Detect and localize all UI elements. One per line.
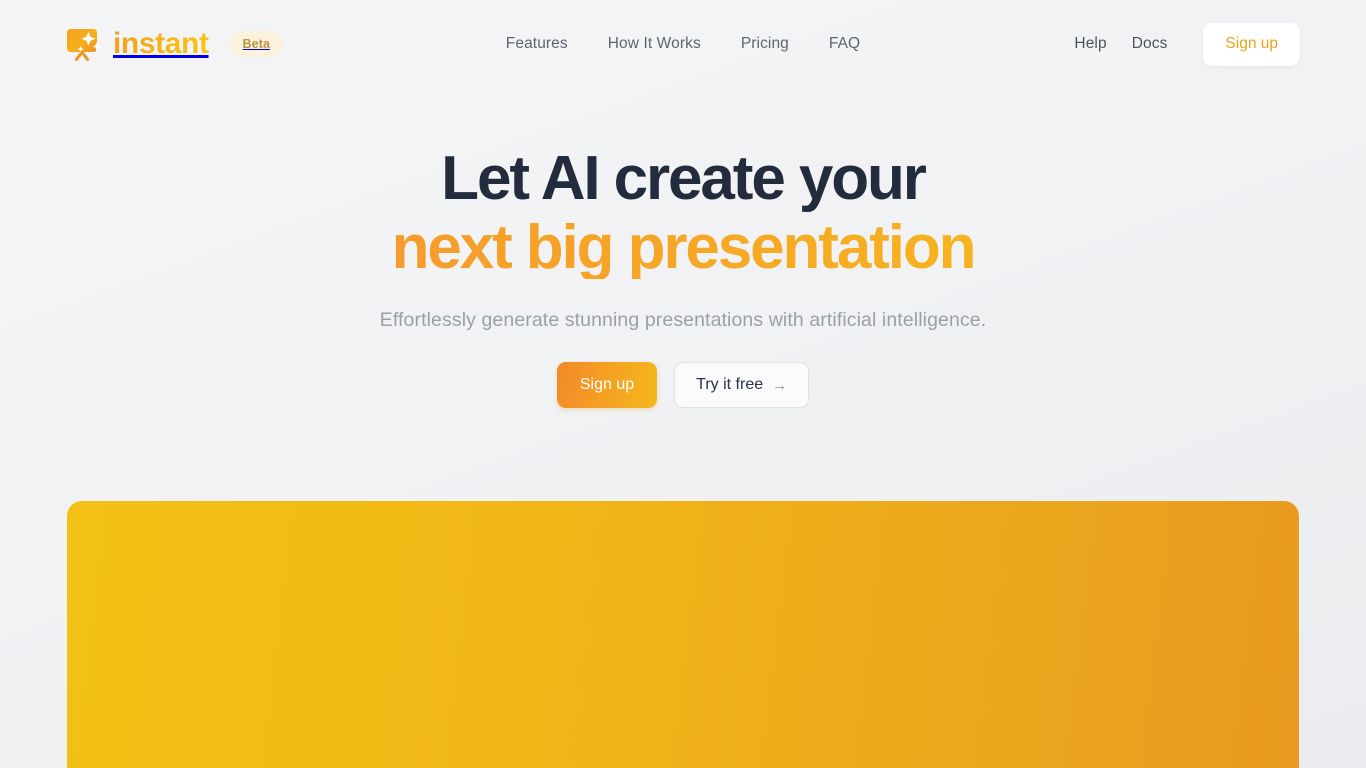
nav-item-help[interactable]: Help [1074, 35, 1106, 53]
hero-subtitle: Effortlessly generate stunning presentat… [379, 309, 987, 331]
landing-page: instant Beta Features How It Works Prici… [0, 0, 1366, 768]
header-actions: Help Docs Sign up [1074, 22, 1300, 66]
hero-title-line-2: next big presentation [0, 217, 1366, 279]
brand-name: instant [113, 27, 209, 60]
nav-item-faq[interactable]: FAQ [829, 35, 860, 53]
site-header: instant Beta Features How It Works Prici… [0, 0, 1366, 88]
hero-signup-button[interactable]: Sign up [556, 362, 658, 408]
main-navigation: Features How It Works Pricing FAQ [506, 35, 860, 53]
presentation-board-sparkle-icon [66, 27, 102, 61]
page-title: Let AI create your next big presentation [0, 148, 1366, 279]
nav-item-docs[interactable]: Docs [1132, 35, 1168, 53]
header-signup-button[interactable]: Sign up [1203, 22, 1300, 66]
hero-section: Let AI create your next big presentation… [0, 148, 1366, 408]
beta-badge: Beta [229, 31, 284, 57]
hero-cta-group: Sign up Try it free → [0, 362, 1366, 408]
nav-item-features[interactable]: Features [506, 35, 568, 53]
brand-logo-link[interactable]: instant Beta [66, 27, 284, 61]
hero-preview-banner [67, 501, 1299, 768]
nav-item-pricing[interactable]: Pricing [741, 35, 789, 53]
hero-title-line-1: Let AI create your [441, 144, 927, 213]
hero-try-it-free-label: Try it free [696, 376, 764, 393]
arrow-right-icon: → [772, 376, 788, 394]
nav-item-how-it-works[interactable]: How It Works [608, 35, 701, 53]
hero-try-it-free-button[interactable]: Try it free → [674, 362, 810, 408]
